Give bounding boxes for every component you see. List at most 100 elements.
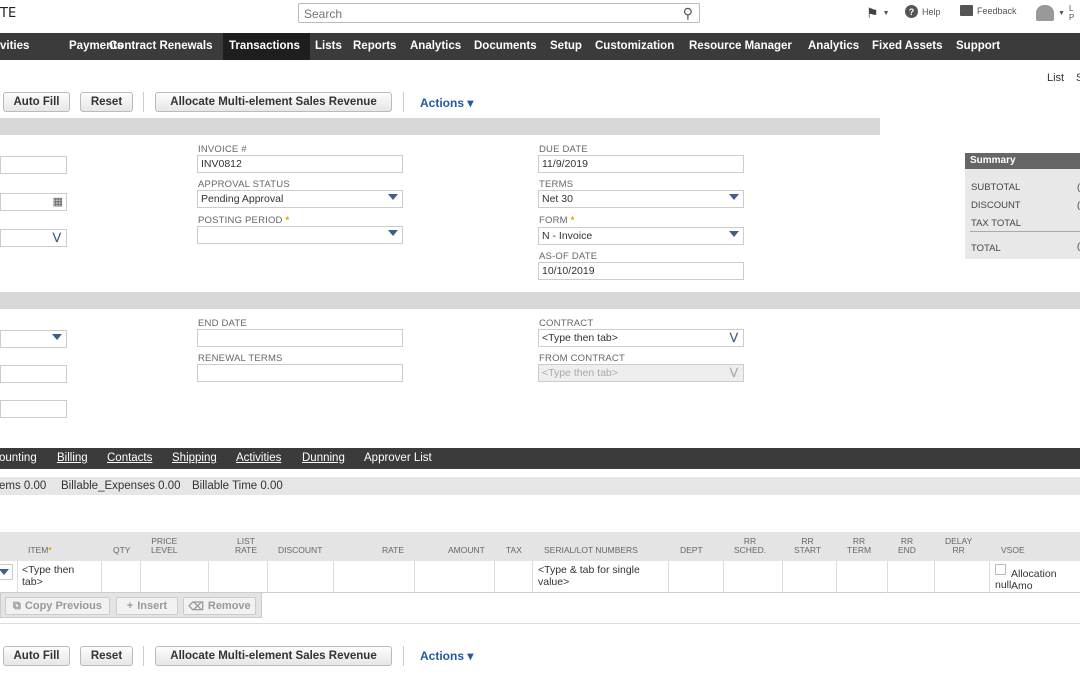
toolbar-divider-bottom <box>143 646 144 666</box>
due-date-field[interactable]: 11/9/2019 <box>538 155 744 173</box>
nav-item-setup[interactable]: Setup <box>544 33 588 60</box>
nav-item-support[interactable]: Support <box>950 33 1006 60</box>
nav-item-activities[interactable]: vities <box>0 33 35 60</box>
col-rr-term[interactable]: RR TERM <box>847 537 871 555</box>
row-type-select[interactable] <box>0 564 13 580</box>
col-dept[interactable]: DEPT <box>680 546 703 555</box>
nav-item-transactions[interactable]: Transactions <box>223 33 310 60</box>
search-icon[interactable]: ⚲ <box>683 5 693 22</box>
primary-info-section-header[interactable] <box>0 118 880 135</box>
billable-expenses-total[interactable]: Billable_Expenses 0.00 <box>61 477 181 495</box>
contract-field[interactable]: <Type then tab> ⋁ <box>538 329 744 347</box>
user-menu[interactable]: ▼ L P <box>1036 4 1074 22</box>
nav-item-analytics-2[interactable]: Analytics <box>802 33 865 60</box>
col-rr-sched[interactable]: RR SCHED. <box>734 537 766 555</box>
subsidiary-field[interactable]: ⋁ <box>0 229 67 247</box>
chevron-down-icon[interactable] <box>729 231 739 237</box>
renewal-select[interactable] <box>0 330 67 348</box>
table-row[interactable]: <Type then tab> <Type & tab for single val… <box>0 561 1080 593</box>
actions-menu-bottom[interactable]: Actions ▾ <box>420 649 473 663</box>
subtab-accounting[interactable]: ounting <box>0 448 37 469</box>
date-field[interactable]: ▦ <box>0 193 67 211</box>
from-contract-label: FROM CONTRACT <box>539 353 625 364</box>
subtab-approver-list[interactable]: Approver List <box>364 448 432 469</box>
terms-select[interactable]: Net 30 <box>538 190 744 208</box>
col-list-rate[interactable]: LIST RATE <box>235 537 257 555</box>
terms-value: Net 30 <box>542 193 573 205</box>
chevron-down-icon[interactable] <box>52 334 62 340</box>
chevron-down-icon[interactable] <box>0 569 9 575</box>
form-select[interactable]: N - Invoice <box>538 227 744 245</box>
row-item-cell[interactable]: <Type then tab> <box>22 564 74 588</box>
nav-item-customization[interactable]: Customization <box>589 33 680 60</box>
actions-menu[interactable]: Actions ▾ <box>420 96 473 110</box>
allocate-revenue-button[interactable]: Allocate Multi-element Sales Revenue <box>155 92 392 112</box>
feedback-icon <box>960 5 973 16</box>
help-link[interactable]: ? Help <box>905 5 941 18</box>
col-rr-end[interactable]: RR END <box>898 537 916 555</box>
chevron-down-icon[interactable] <box>388 194 398 200</box>
reset-button-bottom[interactable]: Reset <box>80 646 133 666</box>
vsoe-checkbox[interactable] <box>995 564 1006 575</box>
allocate-revenue-button-bottom[interactable]: Allocate Multi-element Sales Revenue <box>155 646 392 666</box>
subtab-dunning[interactable]: Dunning <box>302 448 345 469</box>
list-link[interactable]: List <box>1047 72 1064 84</box>
col-qty[interactable]: QTY <box>113 546 130 555</box>
col-rate[interactable]: RATE <box>382 546 404 555</box>
copy-previous-button[interactable]: ⧉ Copy Previous <box>5 597 110 615</box>
col-amount[interactable]: AMOUNT <box>448 546 485 555</box>
col-tax[interactable]: TAX <box>506 546 522 555</box>
nav-item-fixed-assets[interactable]: Fixed Assets <box>866 33 949 60</box>
feedback-link[interactable]: Feedback <box>960 5 1017 16</box>
nav-item-analytics[interactable]: Analytics <box>404 33 467 60</box>
col-serial-lot-numbers[interactable]: SERIAL/LOT NUMBERS <box>544 546 638 555</box>
nav-item-lists[interactable]: Lists <box>309 33 348 60</box>
search-link[interactable]: S <box>1076 72 1080 84</box>
nav-item-documents[interactable]: Documents <box>468 33 543 60</box>
subtab-shipping[interactable]: Shipping <box>172 448 217 469</box>
feedback-label: Feedback <box>977 5 1017 16</box>
double-chevron-down-icon[interactable]: ⋁ <box>730 331 738 345</box>
col-price-level[interactable]: PRICE LEVEL <box>151 537 177 555</box>
app-logo[interactable]: TE <box>0 6 16 21</box>
avatar <box>1036 5 1054 21</box>
col-rr-start[interactable]: RR START <box>794 537 821 555</box>
billable-time-total[interactable]: Billable Time 0.00 <box>192 477 283 495</box>
approval-status-select[interactable]: Pending Approval <box>197 190 403 208</box>
nav-item-reports[interactable]: Reports <box>347 33 402 60</box>
renewal-terms-field[interactable] <box>197 364 403 382</box>
remove-button[interactable]: ⌫ Remove <box>183 597 256 615</box>
col-item[interactable]: ITEM* <box>28 546 52 555</box>
subtab-billing[interactable]: Billing <box>57 448 88 469</box>
global-search[interactable]: ⚲ <box>298 3 700 23</box>
end-date-field[interactable] <box>197 329 403 347</box>
as-of-date-field[interactable]: 10/10/2019 <box>538 262 744 280</box>
billable-items-total[interactable]: ems 0.00 <box>0 477 46 495</box>
insert-button[interactable]: + Insert <box>116 597 178 615</box>
col-delay-rr[interactable]: DELAY RR <box>945 537 972 555</box>
chevron-down-icon[interactable] <box>388 230 398 236</box>
customer-field[interactable] <box>0 156 67 174</box>
search-input[interactable] <box>302 5 676 23</box>
invoice-number-field[interactable]: INV0812 <box>197 155 403 173</box>
recent-records-icon: ⚑ <box>866 5 879 21</box>
auto-fill-button-bottom[interactable]: Auto Fill <box>3 646 70 666</box>
subtab-activities[interactable]: Activities <box>236 448 281 469</box>
row-allocation-amount[interactable]: Allocation Amo <box>1011 568 1080 592</box>
renewal-number-field[interactable] <box>0 400 67 418</box>
recent-records-button[interactable]: ⚑ ▼ <box>866 5 890 22</box>
reset-button[interactable]: Reset <box>80 92 133 112</box>
start-date-field[interactable] <box>0 365 67 383</box>
posting-period-select[interactable] <box>197 226 403 244</box>
nav-item-resource-manager[interactable]: Resource Manager <box>683 33 798 60</box>
row-serial-cell[interactable]: <Type & tab for single value> <box>538 564 640 588</box>
double-chevron-down-icon[interactable]: ⋁ <box>53 231 61 245</box>
calendar-icon[interactable]: ▦ <box>53 195 63 208</box>
auto-fill-button[interactable]: Auto Fill <box>3 92 70 112</box>
chevron-down-icon[interactable] <box>729 194 739 200</box>
contract-section-header[interactable] <box>0 292 1080 309</box>
col-vsoe[interactable]: VSOE <box>1001 546 1025 555</box>
col-discount[interactable]: DISCOUNT <box>278 546 322 555</box>
subtab-contacts[interactable]: Contacts <box>107 448 152 469</box>
nav-item-contract-renewals[interactable]: Contract Renewals <box>103 33 219 60</box>
